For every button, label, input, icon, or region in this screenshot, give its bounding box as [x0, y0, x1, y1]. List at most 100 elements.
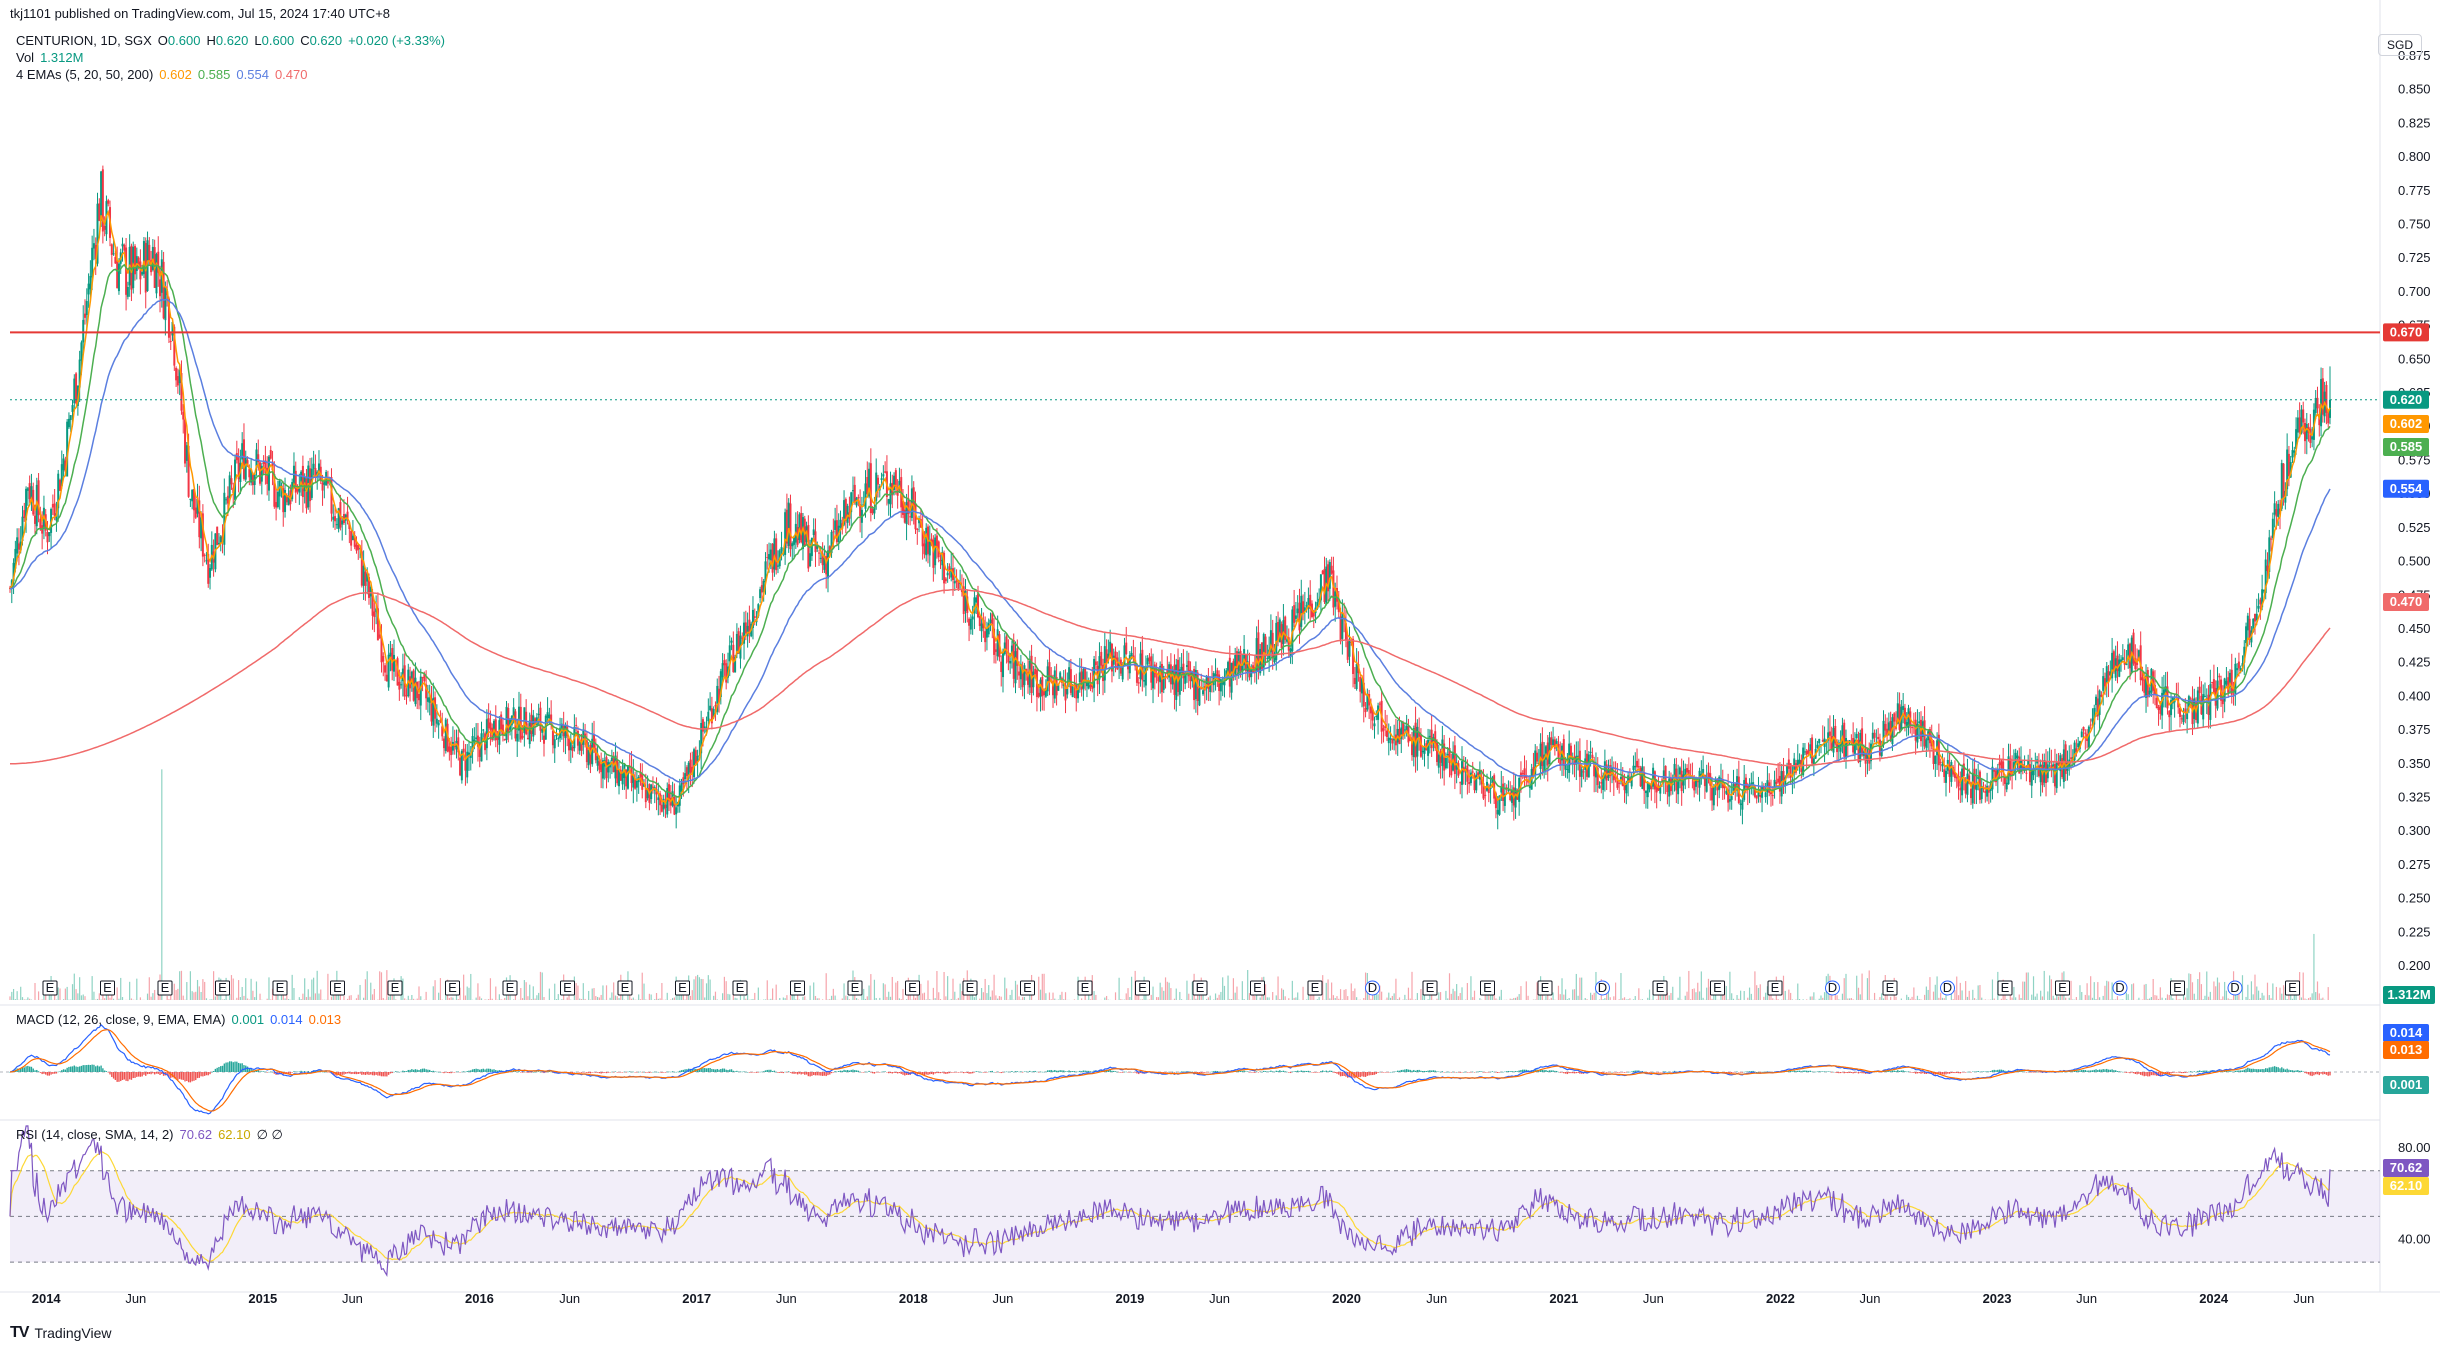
macd-histogram-bar: [1611, 1071, 1613, 1073]
volume-bar: [2097, 982, 2099, 1000]
candle-body: [1998, 762, 2001, 766]
macd-histogram-bar: [1423, 1070, 1426, 1072]
macd-histogram-bar: [1264, 1071, 1267, 1072]
volume-bar: [1973, 998, 1976, 1000]
macd-histogram-bar: [111, 1072, 113, 1077]
macd-histogram-bar: [1486, 1072, 1488, 1073]
event-marker-label: D: [1368, 980, 1377, 995]
volume-bar: [1043, 973, 1045, 1000]
macd-histogram-bar: [471, 1069, 474, 1072]
candle-body: [526, 737, 529, 740]
volume-bar: [1647, 997, 1649, 1000]
macd-histogram-bar: [775, 1071, 777, 1073]
volume-bar: [1207, 997, 1209, 1000]
event-marker-label: E: [563, 980, 572, 995]
volume-bar: [1952, 999, 1954, 1000]
macd-histogram-bar: [902, 1072, 904, 1075]
price-tick-label: 0.800: [2398, 149, 2431, 164]
macd-histogram-bar: [736, 1070, 738, 1072]
volume-bar: [632, 997, 634, 1000]
candle-body: [1934, 755, 1937, 764]
candle-body: [123, 244, 126, 251]
macd-histogram-bar: [782, 1072, 785, 1074]
macd-histogram-bar: [800, 1072, 802, 1075]
candle-body: [1341, 612, 1344, 639]
volume-bar: [980, 987, 983, 1000]
volume-bar: [1820, 995, 1822, 1000]
volume-bar: [2006, 999, 2008, 1000]
volume-bar: [1164, 977, 1167, 1000]
macd-histogram-bar: [618, 1072, 620, 1073]
volume-bar: [555, 999, 558, 1000]
candle-body: [1202, 690, 1205, 695]
volume-bar: [1672, 986, 1674, 1000]
volume-bar: [438, 992, 440, 1000]
volume-bar: [37, 991, 40, 1000]
macd-histogram-bar: [1009, 1071, 1011, 1073]
volume-bar: [2206, 971, 2208, 1000]
macd-histogram-bar: [293, 1071, 295, 1072]
candle-body: [776, 565, 779, 567]
volume-bar: [2102, 995, 2104, 1000]
macd-histogram-bar: [1088, 1070, 1090, 1072]
volume-bar: [818, 998, 820, 1000]
volume-bar: [984, 978, 986, 1000]
volume-bar: [1590, 992, 1592, 1000]
macd-histogram-bar: [482, 1068, 484, 1072]
volume-bar: [2215, 986, 2217, 1000]
volume-bar: [1797, 983, 1799, 1000]
macd-histogram-bar: [1271, 1071, 1274, 1072]
chart-canvas[interactable]: 0.2000.2250.2500.2750.3000.3250.3500.375…: [0, 0, 2440, 1350]
macd-histogram-bar: [1116, 1071, 1119, 1073]
volume-bar: [1011, 989, 1013, 1000]
macd-histogram-bar: [186, 1072, 188, 1081]
volume-bar: [1890, 996, 1892, 1000]
volume-bar: [2107, 981, 2110, 1000]
candle-body: [555, 734, 558, 737]
candle-body: [1984, 790, 1987, 793]
candle-body: [2202, 694, 2205, 720]
volume-bar: [288, 999, 290, 1000]
volume-bar: [82, 994, 84, 1000]
volume-bar: [1777, 999, 1779, 1000]
macd-histogram-bar: [787, 1071, 790, 1072]
volume-bar: [727, 993, 729, 1000]
volume-bar: [566, 997, 568, 1000]
macd-histogram-bar: [1043, 1071, 1045, 1073]
volume-bar: [729, 994, 731, 1000]
candle-body: [985, 628, 988, 638]
candle-body: [1536, 752, 1539, 762]
volume-bar: [1389, 997, 1392, 1000]
macd-histogram-bar: [1468, 1072, 1470, 1073]
candle-body: [626, 765, 629, 789]
volume-bar: [1991, 979, 1994, 1000]
volume-bar: [1282, 989, 1285, 1000]
volume-bar: [1695, 992, 1697, 1000]
macd-histogram-bar: [466, 1071, 468, 1072]
candle-body: [112, 253, 115, 255]
volume-bar: [1550, 997, 1552, 1000]
volume-bar: [1039, 989, 1042, 1000]
macd-histogram-bar: [979, 1071, 981, 1073]
candle-body: [1519, 772, 1522, 778]
volume-bar: [2220, 999, 2222, 1000]
event-marker-label: E: [1253, 980, 1262, 995]
macd-histogram-bar: [771, 1071, 774, 1072]
candle-body: [775, 538, 778, 571]
macd-histogram-bar: [1395, 1071, 1397, 1072]
macd-histogram-bar: [1252, 1072, 1254, 1073]
time-tick-label: 2017: [682, 1291, 711, 1306]
macd-histogram-bar: [1075, 1071, 1077, 1073]
volume-bar: [534, 998, 536, 1000]
macd-histogram-bar: [1077, 1071, 1079, 1073]
volume-bar: [900, 999, 902, 1000]
candle-body: [2186, 713, 2189, 720]
macd-histogram-bar: [182, 1072, 184, 1080]
volume-bar: [2207, 996, 2210, 1000]
candle-body: [1332, 570, 1335, 608]
price-tick-label: 0.200: [2398, 958, 2431, 973]
macd-histogram-bar: [1263, 1070, 1265, 1072]
volume-bar: [1052, 992, 1054, 1000]
macd-histogram-bar: [648, 1072, 651, 1073]
candle-body: [651, 786, 654, 788]
